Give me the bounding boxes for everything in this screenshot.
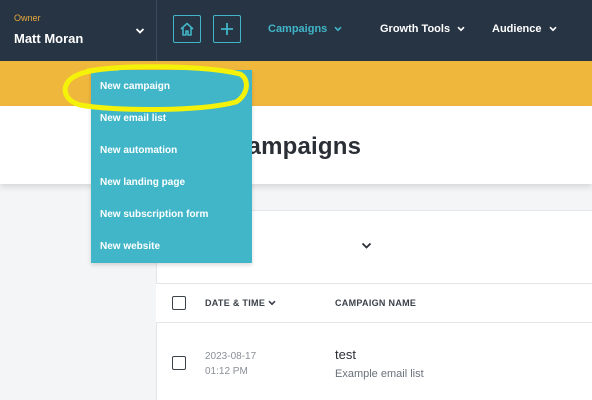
nav-audience[interactable]: Audience xyxy=(492,23,557,35)
plus-icon xyxy=(221,23,233,35)
row-checkbox[interactable] xyxy=(172,356,186,370)
menu-item-new-website[interactable]: New website xyxy=(100,241,160,252)
account-switcher[interactable]: Owner Matt Moran xyxy=(0,0,157,61)
home-icon xyxy=(180,22,194,36)
nav-growth-tools[interactable]: Growth Tools xyxy=(380,23,465,35)
menu-item-new-landing-page[interactable]: New landing page xyxy=(100,177,185,188)
row-date-value: 2023-08-17 xyxy=(205,351,257,362)
table-row-date: 2023-08-17 01:12 PM xyxy=(205,349,256,379)
select-all-checkbox[interactable] xyxy=(172,296,186,310)
chevron-down-icon[interactable] xyxy=(361,242,372,250)
column-date-time[interactable]: DATE & TIME xyxy=(205,298,276,308)
home-button[interactable] xyxy=(173,15,201,43)
row-time-value: 01:12 PM xyxy=(205,366,248,377)
page-header: Campaigns xyxy=(0,106,592,184)
column-campaign-name[interactable]: CAMPAIGN NAME xyxy=(335,298,416,308)
owner-label: Owner xyxy=(14,13,41,23)
chevron-down-icon xyxy=(457,26,465,32)
campaign-list-name: Example email list xyxy=(335,368,424,380)
nav-growth-tools-label: Growth Tools xyxy=(380,23,451,35)
chevron-down-icon[interactable] xyxy=(135,27,145,35)
chevron-down-icon xyxy=(268,300,276,306)
notification-banner xyxy=(0,61,592,106)
top-navigation: Owner Matt Moran Campaigns Growth Tools … xyxy=(0,0,592,61)
column-date-time-label: DATE & TIME xyxy=(205,298,266,308)
menu-item-new-automation[interactable]: New automation xyxy=(100,145,177,156)
chevron-down-icon xyxy=(548,26,557,32)
add-button[interactable] xyxy=(213,15,241,43)
menu-item-new-campaign[interactable]: New campaign xyxy=(100,81,170,92)
nav-campaigns[interactable]: Campaigns xyxy=(268,23,342,35)
menu-item-new-email-list[interactable]: New email list xyxy=(100,113,166,124)
owner-name: Matt Moran xyxy=(14,31,84,46)
nav-campaigns-label: Campaigns xyxy=(268,23,328,35)
menu-item-new-subscription-form[interactable]: New subscription form xyxy=(100,209,208,220)
campaigns-dropdown-menu: New campaign New email list New automati… xyxy=(91,70,252,263)
chevron-down-icon xyxy=(334,26,342,32)
nav-audience-label: Audience xyxy=(492,23,542,35)
campaign-name-link[interactable]: test xyxy=(335,347,356,362)
